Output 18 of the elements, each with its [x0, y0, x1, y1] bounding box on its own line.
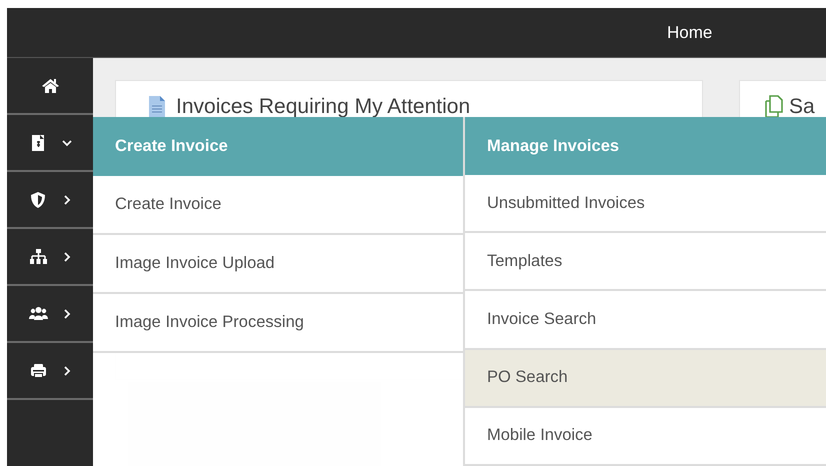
shield-icon [28, 190, 48, 208]
menu-column-heading: Manage Invoices [465, 117, 826, 176]
chevron-icon [62, 308, 72, 318]
home-icon [40, 76, 60, 94]
chevron-icon [62, 138, 72, 148]
hierarchy-icon [28, 248, 48, 266]
people-icon [28, 304, 48, 322]
card-title: Invoices Requiring My Attention [176, 95, 470, 119]
menu-item[interactable]: PO Search [465, 350, 826, 408]
printer-icon [28, 362, 48, 380]
copy-icon [764, 95, 784, 119]
document-icon [148, 95, 166, 119]
chevron-icon [62, 252, 72, 262]
chevron-icon [62, 366, 72, 376]
card-title: Sa [789, 95, 815, 119]
page-title: Home [667, 22, 712, 42]
chevron-icon [62, 194, 72, 204]
menu-column-heading: Create Invoice [93, 117, 463, 176]
